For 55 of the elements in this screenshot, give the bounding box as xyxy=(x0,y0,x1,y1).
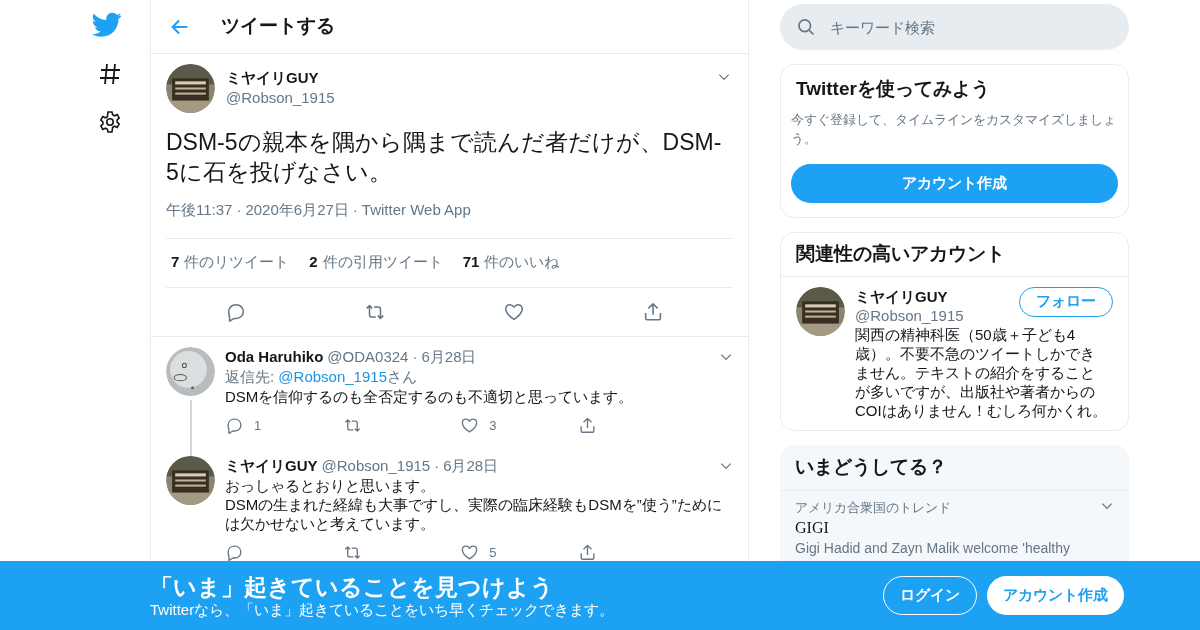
tweet-text: DSM-5の親本を隅から隅まで読んだ者だけが、DSM-5に石を投げなさい。 xyxy=(166,128,723,187)
user-handle[interactable]: @Robson_1915 xyxy=(321,455,431,476)
signup-button[interactable]: アカウント作成 xyxy=(791,163,1118,203)
stat-link[interactable]: 2 件の引用ツイート xyxy=(309,251,443,274)
action-count: 3 xyxy=(489,416,497,435)
panel-title: いまどうしてる？ xyxy=(780,444,1129,491)
separator-dot: · xyxy=(412,346,418,367)
card-title: 関連性の高いアカウント xyxy=(781,232,1128,277)
search-icon xyxy=(796,17,816,37)
reply-icon[interactable] xyxy=(225,416,244,435)
reply-icon[interactable] xyxy=(225,543,244,562)
card-description: 今すぐ登録して、タイムラインをカスタマイズしましょう。 xyxy=(791,110,1117,148)
reply-to-label: 返信先: xyxy=(225,367,276,385)
heart-icon[interactable] xyxy=(460,416,480,435)
signup-button[interactable]: アカウント作成 xyxy=(987,576,1124,615)
share-icon[interactable] xyxy=(577,416,597,435)
trend-description: Gigi Hadid and Zayn Malik welcome 'healthy xyxy=(795,538,1072,557)
source-link[interactable]: Twitter Web App xyxy=(361,199,471,222)
separator-dot: · xyxy=(236,200,242,220)
reply-text: DSMを信仰するのも全否定するのも不適切と思っています。 xyxy=(225,386,635,406)
card-title: Twitterを使ってみよう xyxy=(795,77,991,101)
tweet-timestamp: 午後11:37 xyxy=(166,200,233,220)
retweet-icon[interactable] xyxy=(342,416,362,435)
trend-name[interactable]: GIGI xyxy=(795,516,1100,539)
bird-icon[interactable] xyxy=(92,12,122,38)
banner-title: 「いま」起きていることを見つけよう xyxy=(150,572,555,601)
share-icon[interactable] xyxy=(577,543,597,562)
tweet-date[interactable]: 6月28日 xyxy=(443,455,719,476)
action-count: 5 xyxy=(489,543,497,562)
mention-link[interactable]: @Robson_1915 xyxy=(278,367,387,385)
separator-dot: · xyxy=(434,455,440,476)
user-bio: 関西の精神科医（50歳＋子ども4歳）。不要不急のツイートしかできません。テキストの紹介をすることが多いですが、出版社や著者からのCOIはありません！むしろ何かくれ。 xyxy=(855,324,1108,420)
tweet-timestamp[interactable]: 2020年6月27日 xyxy=(245,199,349,222)
tweet-date[interactable]: 6月28日 xyxy=(421,346,719,367)
user-name[interactable]: ミヤイリGUY xyxy=(226,68,706,88)
retweet-icon[interactable] xyxy=(342,543,362,562)
heart-icon[interactable] xyxy=(460,543,480,562)
user-handle[interactable]: @Robson_1915 xyxy=(855,305,1019,325)
hashtag-icon[interactable] xyxy=(98,62,122,86)
user-name[interactable]: Oda Haruhiko xyxy=(225,346,324,367)
separator-dot: · xyxy=(352,200,358,220)
user-handle[interactable]: @ODA0324 xyxy=(327,346,409,367)
trend-context: アメリカ合衆国のトレンド xyxy=(795,498,952,517)
user-name[interactable]: ミヤイリGUY xyxy=(225,455,318,476)
user-name[interactable]: ミヤイリGUY xyxy=(855,286,1019,306)
reply-to-suffix: さん xyxy=(387,367,417,385)
settings-icon[interactable] xyxy=(98,110,122,134)
stat-link[interactable]: 7 件のリツイート xyxy=(171,251,290,274)
stat-link[interactable]: 71 件のいいね xyxy=(462,251,560,274)
search-field[interactable]: キーワード検索 xyxy=(780,4,1129,50)
reply-text: おっしゃるとおりと思います。 DSMの生まれた経緯も大事ですし、実際の臨床経験もDSMを”使う”ためには欠かせないと考えています。 xyxy=(225,475,723,533)
banner-subtitle: Twitterなら、「いま」起きていることをいち早くチェックできます。 xyxy=(150,600,616,619)
action-count: 1 xyxy=(254,416,262,435)
page-title: ツイートする xyxy=(221,14,335,39)
user-handle[interactable]: @Robson_1915 xyxy=(226,88,706,108)
